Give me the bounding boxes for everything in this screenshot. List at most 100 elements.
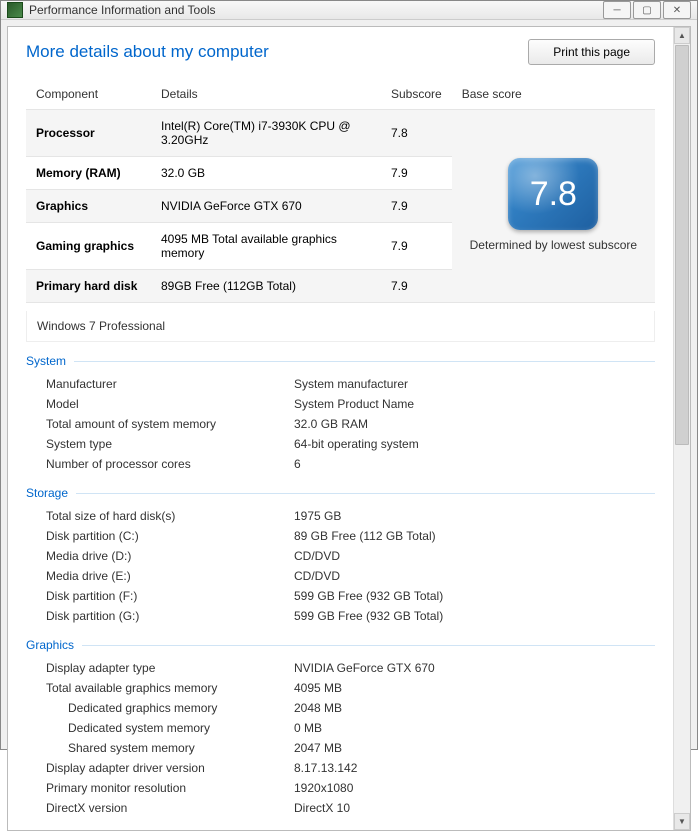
kv-key: Media drive (E:) bbox=[46, 569, 294, 583]
cell-subscore: 7.9 bbox=[381, 270, 452, 303]
system-section: ManufacturerSystem manufacturer ModelSys… bbox=[26, 374, 655, 474]
kv-row: Disk partition (G:)599 GB Free (932 GB T… bbox=[26, 606, 655, 626]
kv-row: DirectX versionDirectX 10 bbox=[26, 798, 655, 818]
kv-key: Shared system memory bbox=[68, 741, 294, 755]
titlebar[interactable]: Performance Information and Tools ─ ▢ ✕ bbox=[1, 1, 697, 20]
scroll-thumb[interactable] bbox=[675, 45, 689, 445]
app-icon bbox=[7, 2, 23, 18]
kv-key: Disk partition (C:) bbox=[46, 529, 294, 543]
kv-key: Display adapter driver version bbox=[46, 761, 294, 775]
cell-subscore: 7.9 bbox=[381, 157, 452, 190]
kv-val: 4095 MB bbox=[294, 681, 655, 695]
cell-component: Graphics bbox=[26, 190, 151, 223]
page-title: More details about my computer bbox=[26, 42, 269, 62]
scroll-up-button[interactable]: ▲ bbox=[674, 27, 690, 44]
cell-details: Intel(R) Core(TM) i7-3930K CPU @ 3.20GHz bbox=[151, 110, 381, 157]
section-header-system: System bbox=[26, 354, 655, 368]
col-base: Base score bbox=[452, 79, 655, 110]
kv-row: ModelSystem Product Name bbox=[26, 394, 655, 414]
kv-key: Total amount of system memory bbox=[46, 417, 294, 431]
kv-val: 2047 MB bbox=[294, 741, 655, 755]
kv-val: 64-bit operating system bbox=[294, 437, 655, 451]
cell-details: 4095 MB Total available graphics memory bbox=[151, 223, 381, 270]
kv-key: Disk partition (G:) bbox=[46, 609, 294, 623]
content-inner: More details about my computer Print thi… bbox=[7, 26, 691, 831]
scroll-down-button[interactable]: ▼ bbox=[674, 813, 690, 830]
os-edition: Windows 7 Professional bbox=[26, 311, 655, 342]
kv-row: Disk partition (F:)599 GB Free (932 GB T… bbox=[26, 586, 655, 606]
kv-row: Shared system memory2047 MB bbox=[26, 738, 655, 758]
base-score-badge: 7.8 bbox=[508, 158, 598, 230]
kv-row: Total available graphics memory4095 MB bbox=[26, 678, 655, 698]
cell-details: 89GB Free (112GB Total) bbox=[151, 270, 381, 303]
kv-row: Media drive (E:)CD/DVD bbox=[26, 566, 655, 586]
kv-row: Primary monitor resolution1920x1080 bbox=[26, 778, 655, 798]
minimize-button[interactable]: ─ bbox=[603, 1, 631, 19]
col-details: Details bbox=[151, 79, 381, 110]
kv-row: Dedicated system memory0 MB bbox=[26, 718, 655, 738]
kv-key: Disk partition (F:) bbox=[46, 589, 294, 603]
scroll-area[interactable]: More details about my computer Print thi… bbox=[8, 27, 673, 830]
kv-key: Number of processor cores bbox=[46, 457, 294, 471]
kv-val: 0 MB bbox=[294, 721, 655, 735]
kv-val: 8.17.13.142 bbox=[294, 761, 655, 775]
kv-row: System type64-bit operating system bbox=[26, 434, 655, 454]
kv-val: CD/DVD bbox=[294, 569, 655, 583]
storage-section: Total size of hard disk(s)1975 GB Disk p… bbox=[26, 506, 655, 626]
kv-row: Display adapter typeNVIDIA GeForce GTX 6… bbox=[26, 658, 655, 678]
kv-row: Disk partition (C:)89 GB Free (112 GB To… bbox=[26, 526, 655, 546]
section-header-storage: Storage bbox=[26, 486, 655, 500]
base-score-caption: Determined by lowest subscore bbox=[462, 238, 645, 254]
col-subscore: Subscore bbox=[381, 79, 452, 110]
maximize-button[interactable]: ▢ bbox=[633, 1, 661, 19]
cell-subscore: 7.9 bbox=[381, 190, 452, 223]
cell-component: Memory (RAM) bbox=[26, 157, 151, 190]
kv-key: Media drive (D:) bbox=[46, 549, 294, 563]
kv-row: Media drive (D:)CD/DVD bbox=[26, 546, 655, 566]
window: Performance Information and Tools ─ ▢ ✕ … bbox=[0, 0, 698, 750]
base-score-value: 7.8 bbox=[530, 175, 577, 214]
kv-row: Display adapter driver version8.17.13.14… bbox=[26, 758, 655, 778]
scores-table: Component Details Subscore Base score Pr… bbox=[26, 79, 655, 303]
header-row: More details about my computer Print thi… bbox=[26, 39, 655, 65]
cell-details: NVIDIA GeForce GTX 670 bbox=[151, 190, 381, 223]
kv-val: 6 bbox=[294, 457, 655, 471]
kv-val: System Product Name bbox=[294, 397, 655, 411]
kv-key: Dedicated system memory bbox=[68, 721, 294, 735]
cell-subscore: 7.8 bbox=[381, 110, 452, 157]
close-button[interactable]: ✕ bbox=[663, 1, 691, 19]
table-header-row: Component Details Subscore Base score bbox=[26, 79, 655, 110]
kv-key: Dedicated graphics memory bbox=[68, 701, 294, 715]
kv-key: Total size of hard disk(s) bbox=[46, 509, 294, 523]
vertical-scrollbar[interactable]: ▲ ▼ bbox=[673, 27, 690, 830]
kv-key: Total available graphics memory bbox=[46, 681, 294, 695]
kv-key: System type bbox=[46, 437, 294, 451]
cell-component: Gaming graphics bbox=[26, 223, 151, 270]
section-header-graphics: Graphics bbox=[26, 638, 655, 652]
window-title: Performance Information and Tools bbox=[29, 3, 601, 17]
kv-val: 32.0 GB RAM bbox=[294, 417, 655, 431]
kv-val: 599 GB Free (932 GB Total) bbox=[294, 609, 655, 623]
kv-row: Total amount of system memory32.0 GB RAM bbox=[26, 414, 655, 434]
graphics-section: Display adapter typeNVIDIA GeForce GTX 6… bbox=[26, 658, 655, 818]
kv-key: DirectX version bbox=[46, 801, 294, 815]
kv-key: Model bbox=[46, 397, 294, 411]
kv-val: 2048 MB bbox=[294, 701, 655, 715]
content-wrap: More details about my computer Print thi… bbox=[1, 20, 697, 837]
kv-key: Display adapter type bbox=[46, 661, 294, 675]
kv-val: 1920x1080 bbox=[294, 781, 655, 795]
kv-row: Total size of hard disk(s)1975 GB bbox=[26, 506, 655, 526]
kv-val: 599 GB Free (932 GB Total) bbox=[294, 589, 655, 603]
kv-key: Primary monitor resolution bbox=[46, 781, 294, 795]
cell-details: 32.0 GB bbox=[151, 157, 381, 190]
kv-val: CD/DVD bbox=[294, 549, 655, 563]
kv-key: Manufacturer bbox=[46, 377, 294, 391]
cell-component: Processor bbox=[26, 110, 151, 157]
kv-val: 1975 GB bbox=[294, 509, 655, 523]
kv-val: NVIDIA GeForce GTX 670 bbox=[294, 661, 655, 675]
kv-row: Number of processor cores6 bbox=[26, 454, 655, 474]
print-button[interactable]: Print this page bbox=[528, 39, 655, 65]
kv-val: System manufacturer bbox=[294, 377, 655, 391]
kv-val: DirectX 10 bbox=[294, 801, 655, 815]
kv-row: Dedicated graphics memory2048 MB bbox=[26, 698, 655, 718]
